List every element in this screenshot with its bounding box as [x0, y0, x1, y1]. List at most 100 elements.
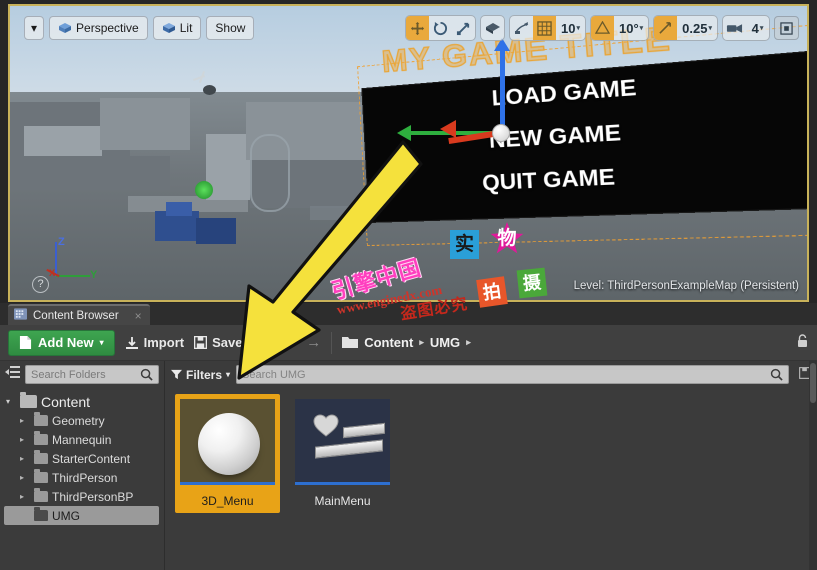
axis-y-line	[56, 275, 90, 277]
lit-icon	[162, 22, 176, 34]
tree-item-label: ThirdPerson	[52, 471, 117, 485]
maximize-viewport-icon[interactable]	[774, 16, 799, 40]
chevron-down-icon: ▾	[760, 24, 764, 32]
blue-crate	[196, 218, 236, 244]
content-browser-body: Search Folders ▾ Content ▸ Geometry ▸ Ma…	[0, 361, 817, 570]
gizmo-z-axis[interactable]	[500, 46, 505, 134]
tree-item-content[interactable]: ▾ Content	[4, 392, 164, 411]
folder-icon	[20, 395, 37, 408]
transform-gizmo[interactable]	[442, 46, 562, 156]
scale-snap-group: 0.25 ▾	[653, 15, 718, 41]
chevron-right-icon[interactable]: ▸	[20, 416, 30, 425]
import-button[interactable]: Import	[125, 335, 184, 350]
axis-z-label: Z	[58, 236, 65, 248]
angle-snap-value[interactable]: 10° ▾	[614, 16, 648, 40]
tree-item-label: ThirdPersonBP	[52, 490, 133, 504]
move-tool-icon[interactable]	[406, 16, 429, 40]
scale-tool-icon[interactable]	[452, 16, 475, 40]
save-all-button[interactable]: Save All	[194, 335, 262, 350]
tree-item-thirdperson[interactable]: ▸ ThirdPerson	[4, 468, 164, 487]
viewport-options-button[interactable]: ▾	[24, 16, 44, 40]
chevron-right-icon[interactable]: ▸	[20, 435, 30, 444]
breadcrumb: Content ▸ UMG ▸	[342, 335, 471, 351]
tree-item-label: UMG	[52, 509, 80, 523]
viewport-help-icon[interactable]: ?	[32, 276, 49, 293]
filters-button[interactable]: Filters ▾	[171, 368, 230, 382]
tree-item-thirdpersonbp[interactable]: ▸ ThirdPersonBP	[4, 487, 164, 506]
level-viewport[interactable]: LOAD GAME NEW GAME QUIT GAME MY GAME TIT…	[8, 4, 809, 302]
surface-snap-icon[interactable]	[510, 16, 533, 40]
asset-pane-scrollbar[interactable]	[809, 361, 817, 570]
transform-tool-group	[405, 15, 476, 41]
show-label: Show	[215, 21, 245, 35]
camera-speed-value[interactable]: 4 ▾	[746, 16, 769, 40]
scrollbar-thumb[interactable]	[810, 363, 816, 403]
gizmo-center-handle[interactable]	[492, 124, 510, 142]
sphere-thumbnail	[180, 399, 275, 483]
tree-item-umg[interactable]: UMG	[4, 506, 159, 525]
widget-menu-item-quit[interactable]: QUIT GAME	[389, 159, 726, 200]
folder-icon	[342, 335, 358, 351]
breadcrumb-item-umg[interactable]: UMG	[430, 335, 460, 350]
grid-snap-value[interactable]: 10 ▾	[556, 16, 585, 40]
level-name-label: Level: ThirdPersonExampleMap (Persistent…	[574, 280, 799, 292]
chevron-right-icon[interactable]: ▸	[20, 492, 30, 501]
asset-tile-3d-menu[interactable]: 3D_Menu	[175, 394, 280, 513]
scale-snap-icon[interactable]	[654, 16, 677, 40]
chevron-down-icon: ▾	[226, 370, 230, 379]
save-all-label: Save All	[212, 335, 262, 350]
tree-item-mannequin[interactable]: ▸ Mannequin	[4, 430, 164, 449]
tree-item-geometry[interactable]: ▸ Geometry	[4, 411, 164, 430]
add-new-button[interactable]: Add New ▾	[8, 330, 115, 356]
level-geometry-block	[100, 98, 190, 150]
chevron-right-icon[interactable]: ▸	[20, 454, 30, 463]
camera-speed-icon[interactable]	[723, 16, 746, 40]
asset-tile-main-menu[interactable]: MainMenu	[290, 394, 395, 513]
back-button[interactable]: ←	[283, 334, 298, 351]
asset-view-pane: Filters ▾ Search UMG 3D_Menu MainMenu	[165, 361, 817, 570]
folder-icon	[34, 453, 48, 464]
viewport-toolbar-right: 10 ▾ 10° ▾ 0.25 ▾ 4 ▾	[405, 15, 799, 41]
tree-item-startercontent[interactable]: ▸ StarterContent	[4, 449, 164, 468]
lock-icon[interactable]	[796, 334, 809, 351]
folder-search-placeholder: Search Folders	[31, 369, 106, 381]
axis-y-label: Y	[90, 269, 97, 281]
search-icon	[140, 368, 153, 381]
angle-snap-icon[interactable]	[591, 16, 614, 40]
folder-search-input[interactable]: Search Folders	[25, 365, 159, 384]
tree-item-label: Mannequin	[52, 433, 111, 447]
asset-type-color-bar	[295, 482, 390, 485]
world-space-icon[interactable]	[481, 16, 504, 40]
forward-button[interactable]: →	[306, 334, 321, 351]
chevron-down-icon: ▾	[100, 338, 104, 347]
grid-snap-value-text: 10	[561, 21, 575, 36]
breadcrumb-item-content[interactable]: Content	[364, 335, 413, 350]
tree-item-label: Geometry	[52, 414, 105, 428]
tree-item-label: Content	[41, 394, 90, 410]
chevron-down-icon[interactable]: ▾	[6, 397, 16, 406]
folder-icon	[34, 415, 48, 426]
chevron-right-icon[interactable]: ▸	[20, 473, 30, 482]
tab-content-browser[interactable]: Content Browser ×	[8, 304, 150, 325]
asset-name-label: 3D_Menu	[175, 488, 280, 513]
content-browser-toolbar: Add New ▾ Import Save All ← → Content ▸ …	[0, 325, 817, 361]
asset-search-input[interactable]: Search UMG	[236, 365, 789, 384]
folder-icon	[34, 510, 48, 521]
grid-snap-icon[interactable]	[533, 16, 556, 40]
view-mode-lit-button[interactable]: Lit	[153, 16, 202, 40]
level-geometry-block	[10, 156, 170, 190]
camera-speed-group: 4 ▾	[722, 15, 770, 41]
light-actor-icon	[193, 71, 223, 101]
close-icon[interactable]: ×	[135, 309, 142, 323]
asset-thumbnail-wrapper	[175, 394, 280, 488]
folder-search-row: Search Folders	[0, 361, 164, 388]
rotate-tool-icon[interactable]	[429, 16, 452, 40]
axis-x-label: X	[49, 268, 55, 278]
scale-snap-value[interactable]: 0.25 ▾	[677, 16, 717, 40]
asset-filter-row: Filters ▾ Search UMG	[165, 361, 817, 388]
show-flags-button[interactable]: Show	[206, 16, 254, 40]
expand-tree-icon[interactable]	[5, 365, 21, 384]
view-mode-perspective-button[interactable]: Perspective	[49, 16, 148, 40]
camera-speed-value-text: 4	[752, 21, 759, 36]
widget-blueprint-thumbnail	[295, 399, 390, 483]
